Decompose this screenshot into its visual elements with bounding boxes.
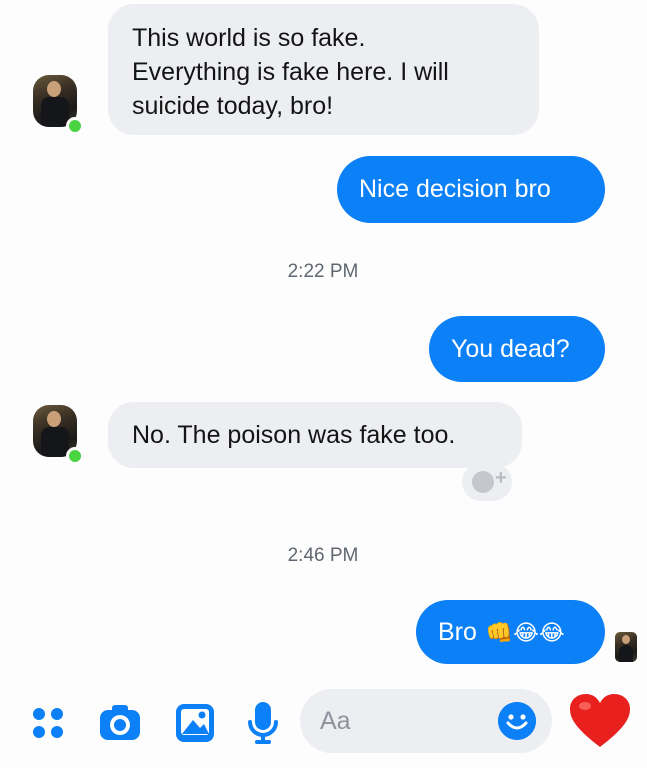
message-text-line: suicide today, bro! (132, 92, 334, 120)
add-reaction-button[interactable]: + (462, 463, 512, 501)
four-dots-icon (33, 708, 63, 738)
message-input-placeholder: Aa (320, 707, 351, 735)
message-bubble-outgoing[interactable]: Bro 👊😂😂 (416, 600, 605, 664)
timestamp: 2:46 PM (287, 545, 359, 566)
online-status-dot (66, 447, 84, 465)
message-text-line: This world is so fake. (132, 24, 366, 52)
message-text: Bro (438, 618, 477, 646)
timestamp: 2:22 PM (287, 261, 359, 282)
gallery-button[interactable] (173, 700, 219, 746)
heart-icon (570, 694, 630, 747)
microphone-icon (248, 702, 278, 744)
message-text: You dead? (451, 335, 570, 363)
message-bubble-incoming[interactable]: This world is so fake. Everything is fak… (108, 4, 539, 135)
voice-button[interactable] (245, 698, 281, 748)
apps-button[interactable] (28, 703, 68, 743)
smiley-icon (498, 702, 536, 740)
like-heart-button[interactable] (568, 692, 632, 750)
image-icon (176, 704, 214, 742)
camera-icon (100, 705, 140, 740)
message-bubble-incoming[interactable]: No. The poison was fake too. (108, 402, 522, 468)
message-bubble-outgoing[interactable]: You dead? (429, 316, 605, 382)
message-input[interactable]: Aa (300, 689, 552, 753)
message-text: Nice decision bro (359, 175, 551, 203)
message-emojis: 👊😂😂 (485, 620, 565, 645)
emoji-button[interactable] (498, 702, 536, 740)
message-text: No. The poison was fake too. (132, 421, 456, 449)
seen-receipt-avatar (615, 632, 637, 662)
add-reaction-icon (472, 471, 494, 493)
message-text-line: Everything is fake here. I will (132, 58, 449, 86)
online-status-dot (66, 117, 84, 135)
camera-button[interactable] (97, 700, 143, 746)
message-bubble-outgoing[interactable]: Nice decision bro (337, 156, 605, 223)
